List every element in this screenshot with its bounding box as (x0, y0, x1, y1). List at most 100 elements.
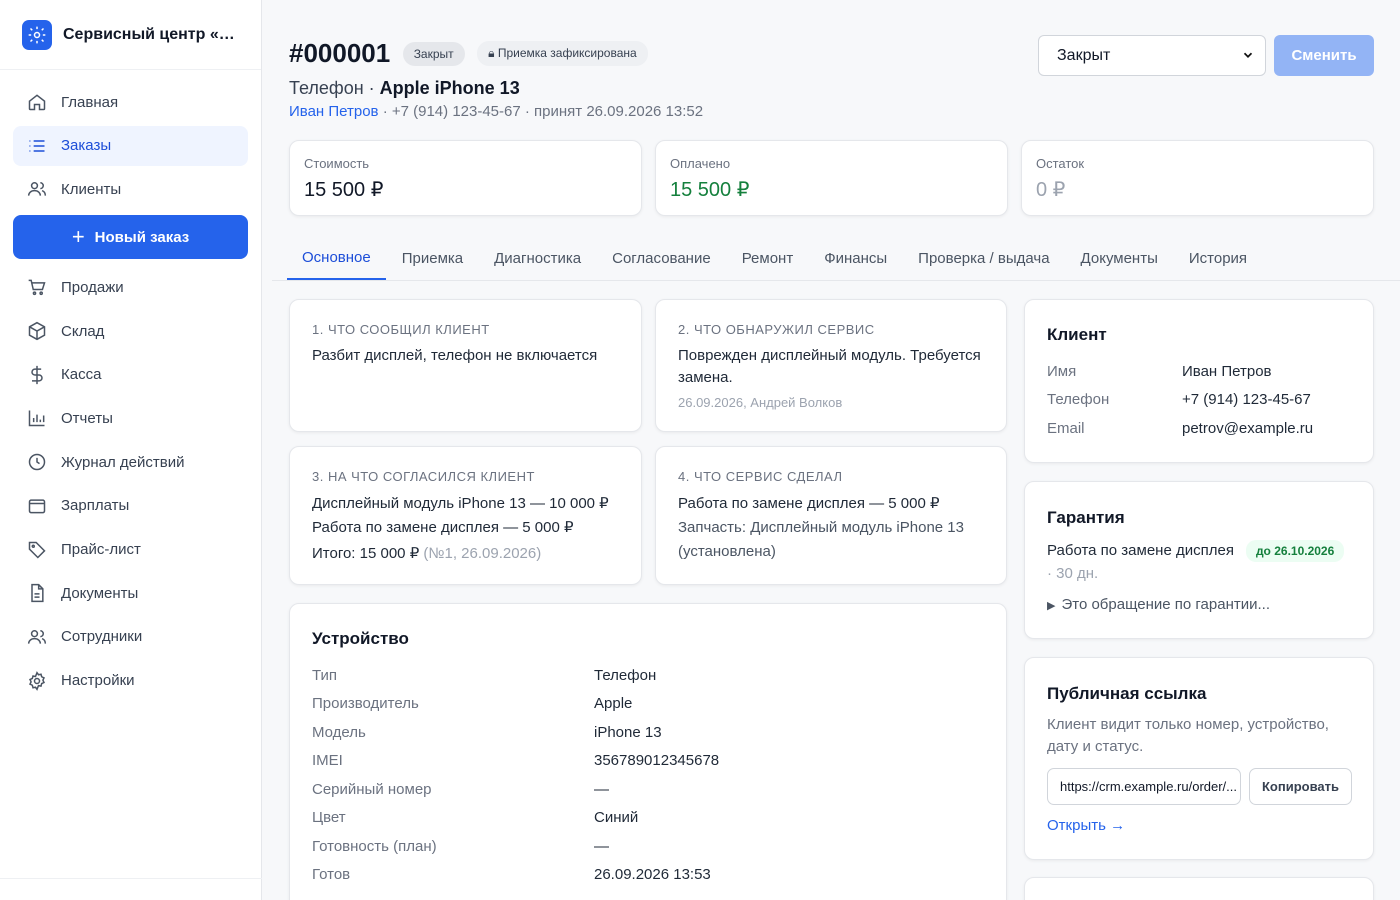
nav-item-cash[interactable]: Касса (13, 355, 248, 395)
nav-label: Заказы (61, 137, 112, 155)
nav-item-documents[interactable]: Документы (13, 573, 248, 613)
sidebar: Сервисный центр «Ма... Главная Заказы Кл… (0, 0, 262, 900)
stat-value: 15 500 ₽ (304, 179, 384, 201)
client-line: Иван Петров · +7 (914) 123-45-67 · приня… (289, 103, 703, 120)
document-icon (26, 582, 48, 604)
main-content: #000001 Закрыт 🔒︎ Приемка зафиксирована … (262, 0, 1400, 900)
nav-label: Клиенты (61, 180, 122, 198)
cart-icon (26, 276, 48, 298)
nav-item-activity-log[interactable]: Журнал действий (13, 442, 248, 482)
wallet-icon (26, 495, 48, 517)
tab-documents[interactable]: Документы (1066, 236, 1173, 280)
stat-value: 15 500 ₽ (670, 179, 750, 201)
brand[interactable]: Сервисный центр «Ма... (0, 0, 261, 70)
tag-icon (26, 539, 48, 561)
order-number: #000001 (289, 38, 391, 68)
tab-history[interactable]: История (1174, 236, 1262, 280)
device-name: Apple iPhone 13 (379, 78, 520, 98)
tab-check-delivery[interactable]: Проверка / выдача (903, 236, 1064, 280)
tab-diagnostics[interactable]: Диагностика (479, 236, 596, 280)
nav-item-sales[interactable]: Продажи (13, 267, 248, 307)
status-select[interactable]: Закрыт (1038, 35, 1266, 76)
card-title: 3. НА ЧТО СОГЛАСИЛСЯ КЛИЕНТ (312, 469, 535, 484)
nav-label: Отчеты (61, 409, 113, 427)
warranty-badge: до 26.10.2026 (1245, 540, 1345, 562)
field-label: Серийный номер (312, 780, 432, 798)
plus-icon: + (71, 224, 85, 250)
main-nav: Главная Заказы Клиенты + Новый заказ Про… (0, 70, 261, 701)
change-status-button[interactable]: Сменить (1274, 35, 1374, 76)
tabs: Основное Приемка Диагностика Согласовани… (272, 236, 1400, 281)
nav-label: Главная (61, 93, 119, 111)
lock-badge: 🔒︎ Приемка зафиксирована (477, 41, 648, 66)
nav-item-price-list[interactable]: Прайс-лист (13, 530, 248, 570)
public-link-input[interactable]: https://crm.example.ru/order/... (1047, 768, 1241, 805)
nav-item-employees[interactable]: Сотрудники (13, 617, 248, 657)
warranty-item: Работа по замене дисплея (1047, 542, 1234, 559)
home-icon (26, 91, 48, 113)
copy-button[interactable]: Копировать (1249, 768, 1352, 805)
nav-label: Документы (61, 584, 139, 602)
chart-icon (26, 407, 48, 429)
open-link[interactable]: Открыть → (1047, 817, 1125, 834)
tab-approval[interactable]: Согласование (597, 236, 726, 280)
nav-item-reports[interactable]: Отчеты (13, 398, 248, 438)
warranty-title: Гарантия (1047, 508, 1125, 527)
card-meta: 26.09.2026, Андрей Волков (678, 395, 843, 410)
device-title: Устройство (312, 629, 409, 648)
lock-badge-label: Приемка зафиксирована (497, 46, 637, 60)
device-type: Телефон · (289, 78, 380, 98)
nav-label: Прайс-лист (61, 541, 141, 558)
field-label: Цвет (312, 809, 346, 827)
stat-label: Оплачено (670, 156, 731, 171)
public-link-title: Публичная ссылка (1047, 684, 1207, 703)
nav-item-settings[interactable]: Настройки (13, 661, 248, 701)
card-text: Разбит дисплей, телефон не включается (312, 347, 598, 364)
nav-item-home[interactable]: Главная (13, 82, 248, 122)
field-value: iPhone 13 (594, 723, 662, 741)
service-work-card: 4. ЧТО СЕРВИС СДЕЛАЛ Работа по замене ди… (655, 446, 1007, 585)
nav-item-clients[interactable]: Клиенты (13, 169, 248, 209)
stat-paid: Оплачено 15 500 ₽ (655, 140, 1008, 216)
public-link-card: Публичная ссылка Клиент видит только ном… (1024, 657, 1374, 860)
device-line: Телефон · Apple iPhone 13 (289, 78, 520, 99)
client-name-link[interactable]: Иван Петров (1182, 363, 1272, 380)
nav-item-orders[interactable]: Заказы (13, 125, 248, 166)
status-badge: Закрыт (402, 41, 465, 66)
gear-icon (26, 670, 48, 692)
agreement-line: Работа по замене дисплея — 5 000 ₽ (312, 519, 574, 536)
client-meta: · +7 (914) 123-45-67 · принят 26.09.2026… (378, 103, 704, 120)
stat-label: Остаток (1036, 156, 1085, 171)
warranty-days: · 30 дн. (1047, 565, 1099, 582)
tab-intake[interactable]: Приемка (387, 236, 478, 280)
warranty-details-toggle[interactable]: ▶ Это обращение по гарантии... (1047, 596, 1351, 613)
agreement-total-meta: (№1, 26.09.2026) (419, 545, 542, 562)
nav-item-salaries[interactable]: Зарплаты (13, 486, 248, 526)
chevron-down-icon (1241, 48, 1255, 67)
client-link[interactable]: Иван Петров (289, 103, 379, 120)
tab-finance[interactable]: Финансы (809, 236, 902, 280)
field-value: 26.09.2026 13:53 (594, 866, 711, 884)
gear-icon (22, 19, 52, 50)
field-label: Телефон (1047, 391, 1110, 409)
field-label: Модель (312, 723, 366, 741)
device-card: Устройство Тип Телефон Производитель Apple… (289, 603, 1007, 900)
field-label: Готовность (план) (312, 837, 437, 855)
service-finding-card: 2. ЧТО ОБНАРУЖИЛ СЕРВИС Поврежден диспле… (655, 299, 1007, 432)
field-value: Apple (594, 695, 633, 713)
tab-repair[interactable]: Ремонт (727, 236, 809, 280)
agreement-line: Дисплейный модуль iPhone 13 — 10 000 ₽ (312, 495, 609, 512)
public-link-desc: Клиент видит только номер, устройство, д… (1047, 716, 1329, 755)
field-value: — (594, 780, 609, 798)
nav-item-warehouse[interactable]: Склад (13, 311, 248, 351)
new-order-button[interactable]: + Новый заказ (13, 215, 248, 260)
brand-name: Сервисный центр «Ма... (63, 25, 248, 43)
nav-label: Журнал действий (61, 453, 185, 471)
card-title: 4. ЧТО СЕРВИС СДЕЛАЛ (678, 469, 843, 484)
work-line: Запчасть: Дисплейный модуль iPhone 13 (у… (678, 519, 964, 560)
client-agreement-card: 3. НА ЧТО СОГЛАСИЛСЯ КЛИЕНТ Дисплейный м… (289, 446, 642, 585)
client-title: Клиент (1047, 325, 1107, 344)
users-icon (26, 626, 48, 648)
tab-main[interactable]: Основное (287, 236, 386, 280)
clock-icon (26, 451, 48, 473)
